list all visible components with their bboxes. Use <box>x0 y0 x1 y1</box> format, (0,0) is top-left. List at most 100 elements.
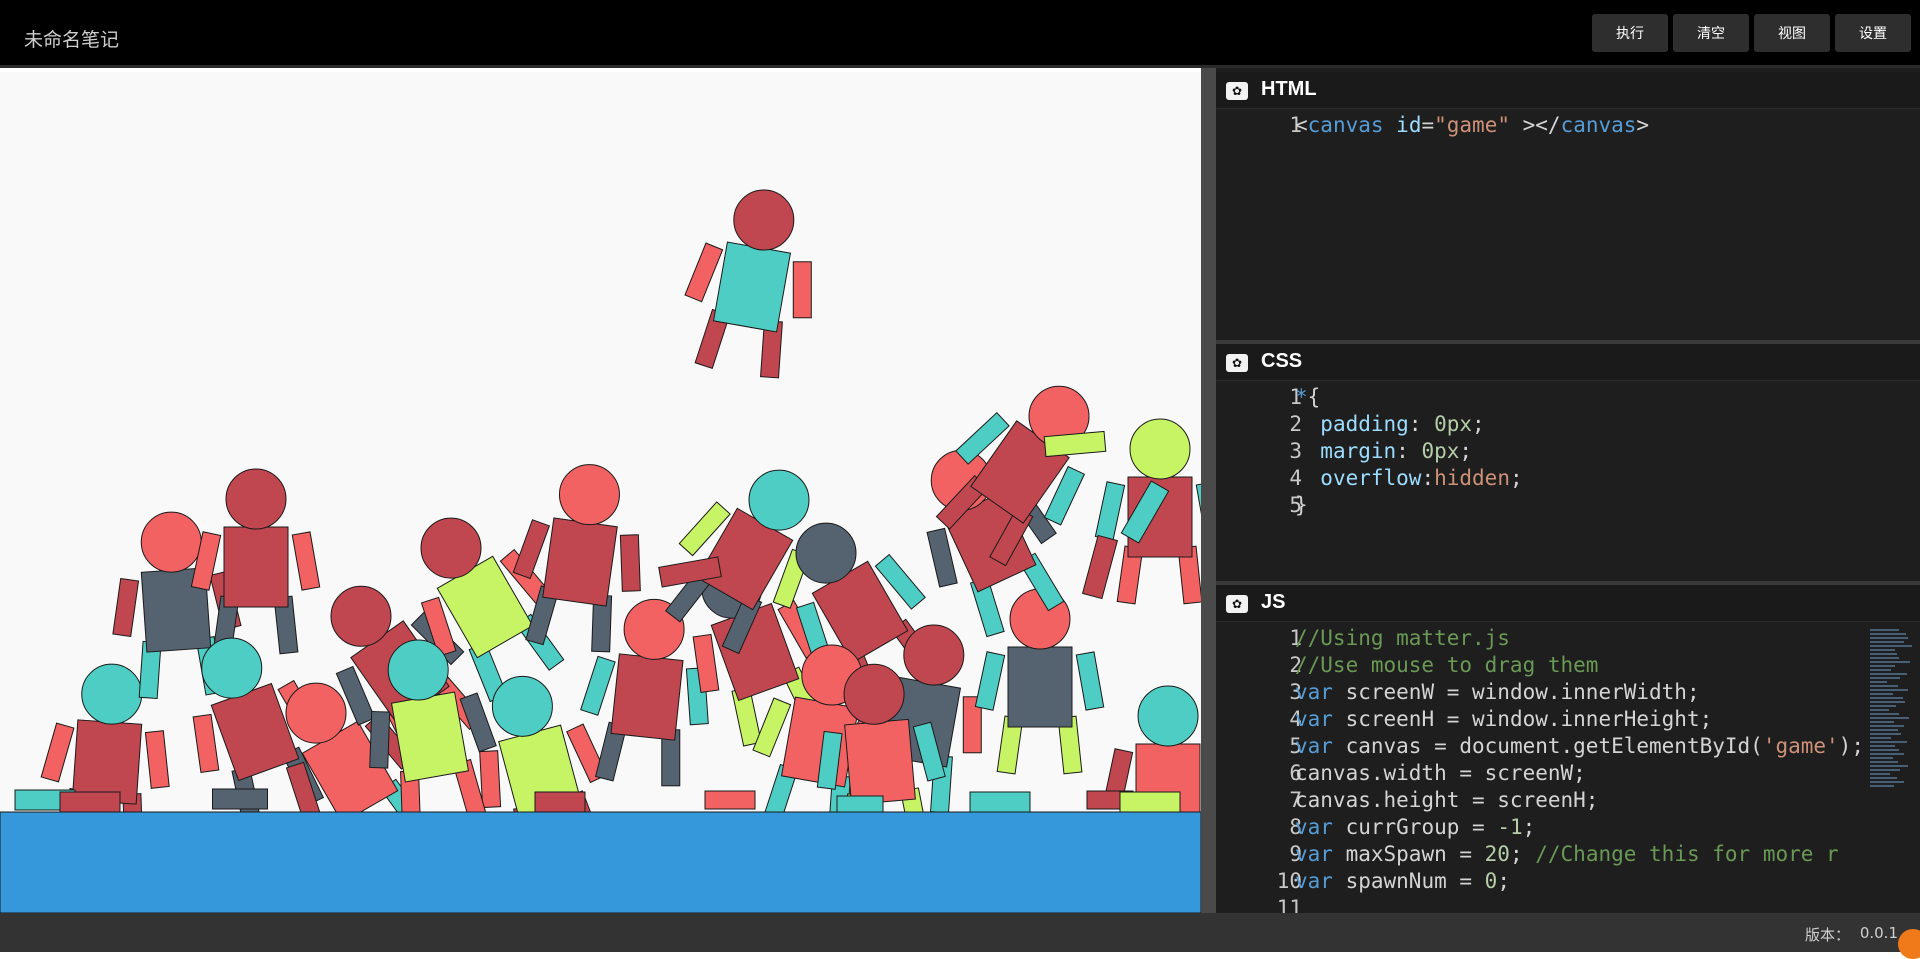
ragdoll-head[interactable] <box>285 682 347 744</box>
ragdoll-arm[interactable] <box>369 710 391 769</box>
settings-button[interactable]: 设置 <box>1835 14 1911 52</box>
ragdoll-arm[interactable] <box>192 713 220 774</box>
ragdoll-head[interactable] <box>140 511 202 573</box>
ragdoll-arm[interactable] <box>512 519 550 580</box>
loose-part[interactable] <box>212 788 268 810</box>
ragdoll-torso[interactable] <box>542 517 618 607</box>
ragdoll-arm[interactable] <box>112 577 140 638</box>
loose-part[interactable] <box>534 791 586 813</box>
code-line[interactable]: 2 padding: 0px; <box>1216 411 1920 438</box>
view-button[interactable]: 视图 <box>1754 14 1830 52</box>
code-line[interactable]: 5 var canvas = document.getElementById('g… <box>1216 733 1920 760</box>
code-line[interactable]: 5} <box>1216 492 1920 519</box>
loose-part[interactable] <box>836 795 884 815</box>
code-line[interactable]: 8 var currGroup = -1; <box>1216 814 1920 841</box>
code-token: * <box>1295 385 1308 409</box>
ragdoll-torso[interactable] <box>71 719 143 805</box>
ragdoll-head[interactable] <box>81 663 143 725</box>
loose-part[interactable] <box>1119 791 1181 813</box>
css-code-editor[interactable]: 1 *{2 padding: 0px; 3 margin: 0px; 4 overfl… <box>1216 384 1920 519</box>
code-token: canvas.height = screenH; <box>1295 788 1599 812</box>
code-line[interactable]: 1 *{ <box>1216 384 1920 411</box>
code-text: canvas.width = screenW; <box>1295 760 1586 787</box>
code-line[interactable]: 2//Use mouse to drag them <box>1216 652 1920 679</box>
ragdoll-arm[interactable] <box>792 261 812 319</box>
ragdoll-scene[interactable] <box>0 72 1201 913</box>
code-text: //Using matter.js <box>1295 625 1510 652</box>
ragdoll-head[interactable] <box>795 522 857 584</box>
ragdoll-torso[interactable] <box>610 653 684 741</box>
code-line[interactable]: 9 var maxSpawn = 20; //Change this for mo… <box>1216 841 1920 868</box>
ragdoll-torso[interactable] <box>712 241 792 333</box>
line-number: 1 <box>1289 385 1302 409</box>
ragdoll-torso[interactable] <box>1007 646 1073 728</box>
ragdoll-head[interactable] <box>387 639 449 701</box>
run-button[interactable]: 执行 <box>1592 14 1668 52</box>
ragdoll-torso[interactable] <box>223 526 289 608</box>
preview-canvas[interactable] <box>0 72 1201 913</box>
ragdoll-arm[interactable] <box>619 534 641 592</box>
line-number: 4 <box>1289 707 1302 731</box>
ragdoll-arm[interactable] <box>684 242 724 303</box>
loose-part[interactable] <box>704 790 756 810</box>
ragdoll-head[interactable] <box>225 468 287 530</box>
gear-icon[interactable]: ✿ <box>1226 82 1248 100</box>
ragdoll-head[interactable] <box>201 637 263 699</box>
minimap-line <box>1870 753 1905 755</box>
ragdoll-torso[interactable] <box>390 691 470 783</box>
code-text: //Use mouse to drag them <box>1295 652 1598 679</box>
ragdoll-arm[interactable] <box>1094 481 1126 541</box>
code-token: ); <box>1838 734 1864 758</box>
ragdoll-arm[interactable] <box>291 531 321 591</box>
gear-icon[interactable]: ✿ <box>1226 354 1248 372</box>
ragdoll-arm[interactable] <box>144 730 170 789</box>
minimap-line <box>1870 661 1910 663</box>
ragdoll-head[interactable] <box>903 624 965 686</box>
logo-icon[interactable] <box>1898 929 1920 959</box>
ragdoll-arm[interactable] <box>580 655 616 716</box>
minimap-line <box>1870 633 1906 635</box>
gear-icon[interactable]: ✿ <box>1226 595 1248 613</box>
clear-button[interactable]: 清空 <box>1673 14 1749 52</box>
code-line[interactable]: 4 overflow:hidden; <box>1216 465 1920 492</box>
code-line[interactable]: 3 var screenW = window.innerWidth; <box>1216 679 1920 706</box>
document-title[interactable]: 未命名笔记 <box>24 25 119 52</box>
loose-part[interactable] <box>1081 534 1119 600</box>
code-line[interactable]: 1 <canvas id="game" ></canvas> <box>1216 112 1920 139</box>
ragdoll-head[interactable] <box>1129 418 1191 480</box>
code-line[interactable]: 7 canvas.height = screenH; <box>1216 787 1920 814</box>
ragdoll-arm[interactable] <box>40 722 75 783</box>
ragdoll-torso[interactable] <box>844 718 916 806</box>
code-line[interactable]: 3 margin: 0px; <box>1216 438 1920 465</box>
ragdoll-arm[interactable] <box>1075 651 1105 711</box>
ragdoll-head[interactable] <box>748 469 810 531</box>
loose-part[interactable] <box>59 791 121 813</box>
code-token: maxSpawn = <box>1332 842 1485 866</box>
ragdoll-head[interactable] <box>733 189 795 251</box>
minimap-line <box>1870 781 1904 783</box>
ragdoll-head[interactable] <box>330 585 392 647</box>
ragdoll-head[interactable] <box>558 464 620 526</box>
code-line[interactable]: 4 var screenH = window.innerHeight; <box>1216 706 1920 733</box>
ragdoll-head[interactable] <box>1137 685 1199 747</box>
ragdoll-arm[interactable] <box>974 651 1006 711</box>
minimap-line <box>1870 765 1908 767</box>
code-line[interactable]: 11 <box>1216 895 1920 913</box>
ragdoll-head[interactable] <box>420 517 482 579</box>
js-code-editor[interactable]: 1//Using matter.js 2//Use mouse to drag t… <box>1216 625 1920 913</box>
loose-part[interactable] <box>969 791 1031 813</box>
pane-splitter[interactable] <box>1201 68 1216 913</box>
code-line[interactable]: 6 canvas.width = screenW; <box>1216 760 1920 787</box>
minimap-line <box>1870 641 1904 643</box>
code-token: 0 <box>1484 869 1498 893</box>
code-text: padding: 0px; <box>1295 411 1484 438</box>
line-number: 1 <box>1289 113 1302 137</box>
html-code-editor[interactable]: 1 <canvas id="game" ></canvas> <box>1216 112 1920 139</box>
code-line[interactable]: 10 var spawnNum = 0; <box>1216 868 1920 895</box>
ragdoll-head[interactable] <box>843 663 905 725</box>
code-minimap[interactable] <box>1870 627 1912 789</box>
code-line[interactable]: 1//Using matter.js <box>1216 625 1920 652</box>
ragdoll-head[interactable] <box>491 675 553 737</box>
ragdoll-arm[interactable] <box>479 750 502 809</box>
